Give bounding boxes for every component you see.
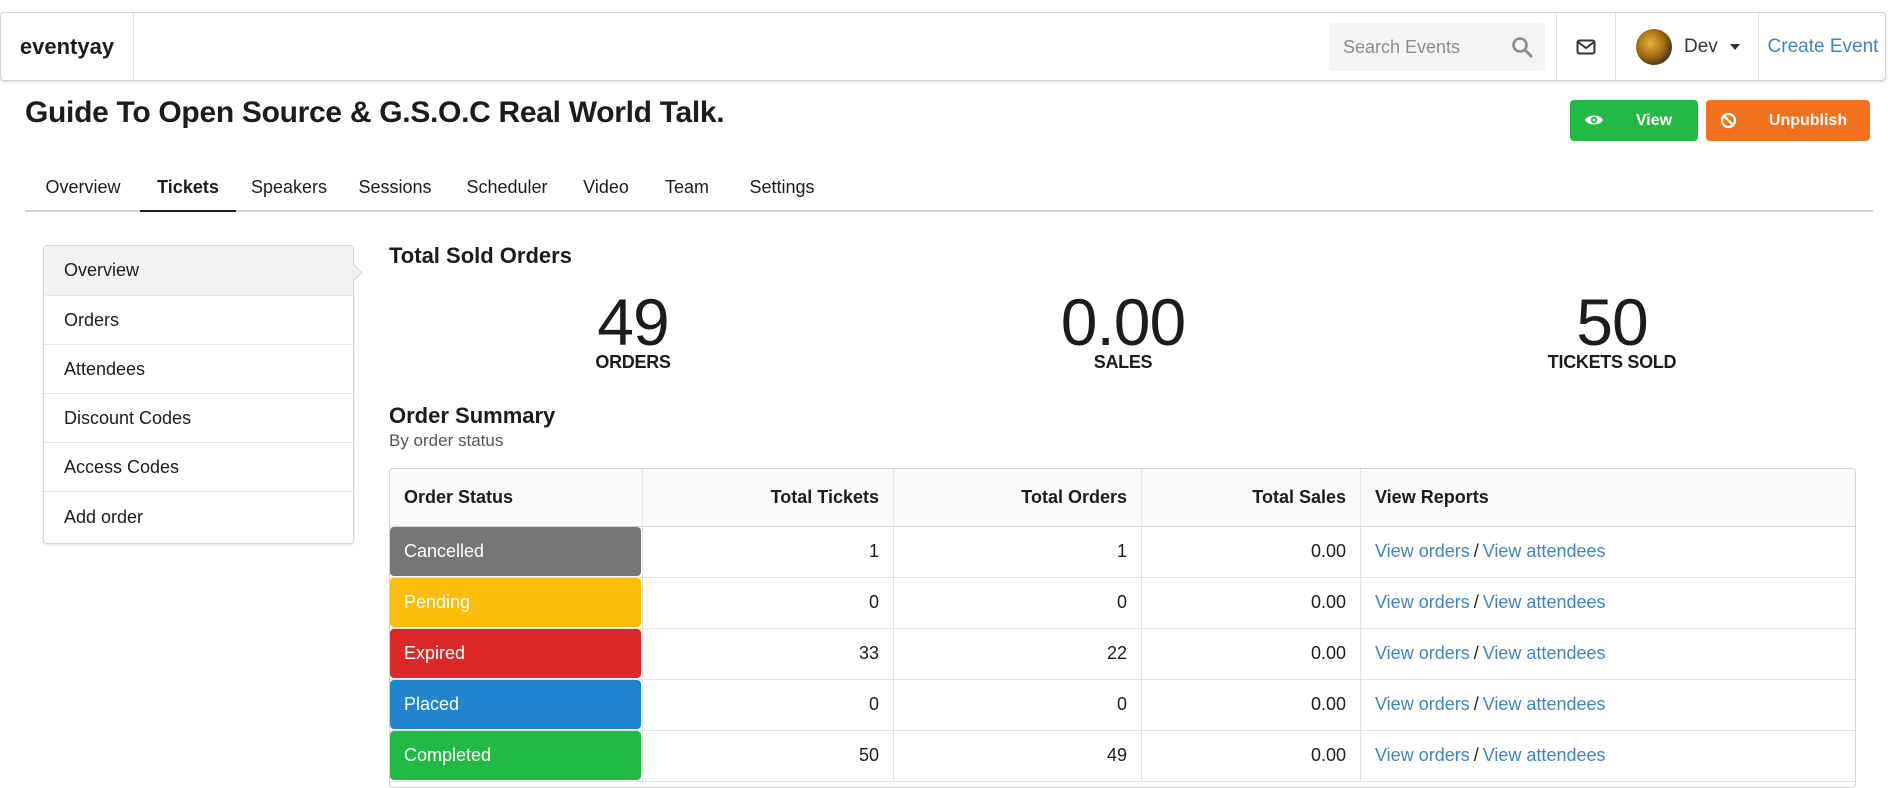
link-separator: / bbox=[1473, 541, 1479, 561]
status-label: Pending bbox=[390, 578, 641, 627]
chevron-down-icon bbox=[1729, 43, 1740, 50]
unpublish-button[interactable]: Unpublish bbox=[1706, 100, 1870, 141]
cell-total-sales: 0.00 bbox=[1141, 577, 1360, 628]
cell-total-tickets: 0 bbox=[642, 577, 893, 628]
cell-total-orders: 49 bbox=[893, 730, 1141, 781]
stat-sales-value: 0.00 bbox=[1060, 285, 1186, 359]
status-label: Expired bbox=[390, 629, 641, 678]
view-orders-link[interactable]: View orders bbox=[1375, 592, 1470, 613]
view-attendees-link[interactable]: View attendees bbox=[1483, 745, 1606, 766]
brand-logo[interactable]: eventyay bbox=[1, 13, 134, 80]
cell-total-sales: 0.00 bbox=[1141, 679, 1360, 730]
top-navbar: eventyay Dev Create Event bbox=[0, 12, 1886, 81]
side-item-discount-codes[interactable]: Discount Codes bbox=[44, 393, 353, 442]
stat-tickets-label: TICKETS SOLD bbox=[1547, 352, 1677, 372]
stat-tickets: 50 TICKETS SOLD bbox=[1462, 286, 1762, 373]
cell-total-tickets: 0 bbox=[642, 679, 893, 730]
tab-video[interactable]: Video bbox=[566, 165, 646, 210]
column-total-sales: Total Sales bbox=[1141, 469, 1360, 526]
event-tabs: Overview Tickets Speakers Sessions Sched… bbox=[25, 165, 1873, 212]
cell-view-reports: View orders / View attendees bbox=[1360, 679, 1855, 730]
side-item-overview[interactable]: Overview bbox=[44, 246, 353, 295]
column-view-reports: View Reports bbox=[1360, 469, 1855, 526]
stat-orders: 49 ORDERS bbox=[483, 286, 783, 373]
view-orders-link[interactable]: View orders bbox=[1375, 694, 1470, 715]
avatar bbox=[1636, 28, 1672, 65]
unpublish-button-label: Unpublish bbox=[1768, 111, 1848, 129]
view-orders-link[interactable]: View orders bbox=[1375, 541, 1470, 562]
cell-total-orders: 0 bbox=[893, 577, 1141, 628]
notifications-button[interactable] bbox=[1557, 13, 1615, 80]
order-summary-table: Order Status Total Tickets Total Orders … bbox=[389, 468, 1856, 788]
table-row: Completed 50 49 0.00 View orders / View attend… bbox=[390, 730, 1855, 782]
tickets-side-menu: Overview Orders Attendees Discount Codes… bbox=[43, 245, 354, 544]
cell-total-sales: 0.00 bbox=[1141, 526, 1360, 577]
view-orders-link[interactable]: View orders bbox=[1375, 643, 1470, 664]
tab-scheduler[interactable]: Scheduler bbox=[448, 165, 566, 210]
cell-total-sales: 0.00 bbox=[1141, 730, 1360, 781]
table-row: Placed 0 0 0.00 View orders / View attendees bbox=[390, 679, 1855, 731]
search-box[interactable] bbox=[1329, 23, 1545, 71]
search-input[interactable] bbox=[1341, 35, 1515, 59]
tab-team[interactable]: Team bbox=[646, 165, 728, 210]
tab-sessions[interactable]: Sessions bbox=[342, 165, 448, 210]
table-row: Cancelled 1 1 0.00 View orders / View attendee… bbox=[390, 526, 1855, 578]
order-summary-heading: Order Summary bbox=[389, 403, 556, 428]
tab-tickets[interactable]: Tickets bbox=[140, 165, 236, 212]
view-attendees-link[interactable]: View attendees bbox=[1483, 694, 1606, 715]
cell-view-reports: View orders / View attendees bbox=[1360, 730, 1855, 781]
mail-icon bbox=[1576, 39, 1596, 54]
link-separator: / bbox=[1473, 694, 1479, 714]
stat-orders-label: ORDERS bbox=[595, 352, 671, 372]
column-total-tickets: Total Tickets bbox=[642, 469, 893, 526]
view-button-label: View bbox=[1635, 111, 1673, 129]
total-sold-heading: Total Sold Orders bbox=[389, 243, 572, 268]
cell-view-reports: View orders / View attendees bbox=[1360, 526, 1855, 577]
column-total-orders: Total Orders bbox=[893, 469, 1141, 526]
link-separator: / bbox=[1473, 592, 1479, 612]
cell-view-reports: View orders / View attendees bbox=[1360, 628, 1855, 679]
tab-settings[interactable]: Settings bbox=[728, 165, 836, 210]
order-summary-subheading: By order status bbox=[389, 431, 504, 450]
column-order-status: Order Status bbox=[404, 487, 514, 507]
tab-speakers[interactable]: Speakers bbox=[236, 165, 342, 210]
side-item-add-order[interactable]: Add order bbox=[44, 491, 353, 543]
link-separator: / bbox=[1473, 745, 1479, 765]
stat-sales: 0.00 SALES bbox=[973, 286, 1273, 373]
view-button[interactable]: View bbox=[1570, 100, 1698, 141]
link-separator: / bbox=[1473, 643, 1479, 663]
view-orders-link[interactable]: View orders bbox=[1375, 745, 1470, 766]
status-label: Completed bbox=[390, 731, 641, 780]
cell-total-orders: 1 bbox=[893, 526, 1141, 577]
cell-total-orders: 0 bbox=[893, 679, 1141, 730]
stat-orders-value: 49 bbox=[597, 285, 669, 359]
stat-sales-label: SALES bbox=[1093, 352, 1153, 372]
table-header: Order Status Total Tickets Total Orders … bbox=[390, 469, 1855, 527]
cell-total-tickets: 50 bbox=[642, 730, 893, 781]
stat-tickets-value: 50 bbox=[1576, 285, 1648, 359]
cell-view-reports: View orders / View attendees bbox=[1360, 577, 1855, 628]
tab-overview[interactable]: Overview bbox=[25, 165, 141, 210]
side-item-access-codes[interactable]: Access Codes bbox=[44, 442, 353, 491]
user-menu[interactable]: Dev bbox=[1616, 13, 1758, 80]
table-row: Expired 33 22 0.00 View orders / View attendee… bbox=[390, 628, 1855, 680]
side-item-attendees[interactable]: Attendees bbox=[44, 344, 353, 393]
user-name: Dev bbox=[1684, 35, 1718, 57]
cell-total-sales: 0.00 bbox=[1141, 628, 1360, 679]
create-event-link[interactable]: Create Event bbox=[1759, 13, 1887, 80]
cell-total-tickets: 1 bbox=[642, 526, 893, 577]
view-attendees-link[interactable]: View attendees bbox=[1483, 643, 1606, 664]
cell-total-orders: 22 bbox=[893, 628, 1141, 679]
view-attendees-link[interactable]: View attendees bbox=[1483, 592, 1606, 613]
search-icon[interactable] bbox=[1511, 36, 1533, 58]
eye-icon bbox=[1585, 115, 1603, 125]
cell-total-tickets: 33 bbox=[642, 628, 893, 679]
view-attendees-link[interactable]: View attendees bbox=[1483, 541, 1606, 562]
status-label: Cancelled bbox=[390, 527, 641, 576]
table-row: Pending 0 0 0.00 View orders / View attendees bbox=[390, 577, 1855, 629]
side-item-orders[interactable]: Orders bbox=[44, 295, 353, 344]
status-label: Placed bbox=[390, 680, 641, 729]
ban-icon bbox=[1720, 112, 1737, 129]
page-title: Guide To Open Source & G.S.O.C Real Worl… bbox=[25, 96, 725, 129]
